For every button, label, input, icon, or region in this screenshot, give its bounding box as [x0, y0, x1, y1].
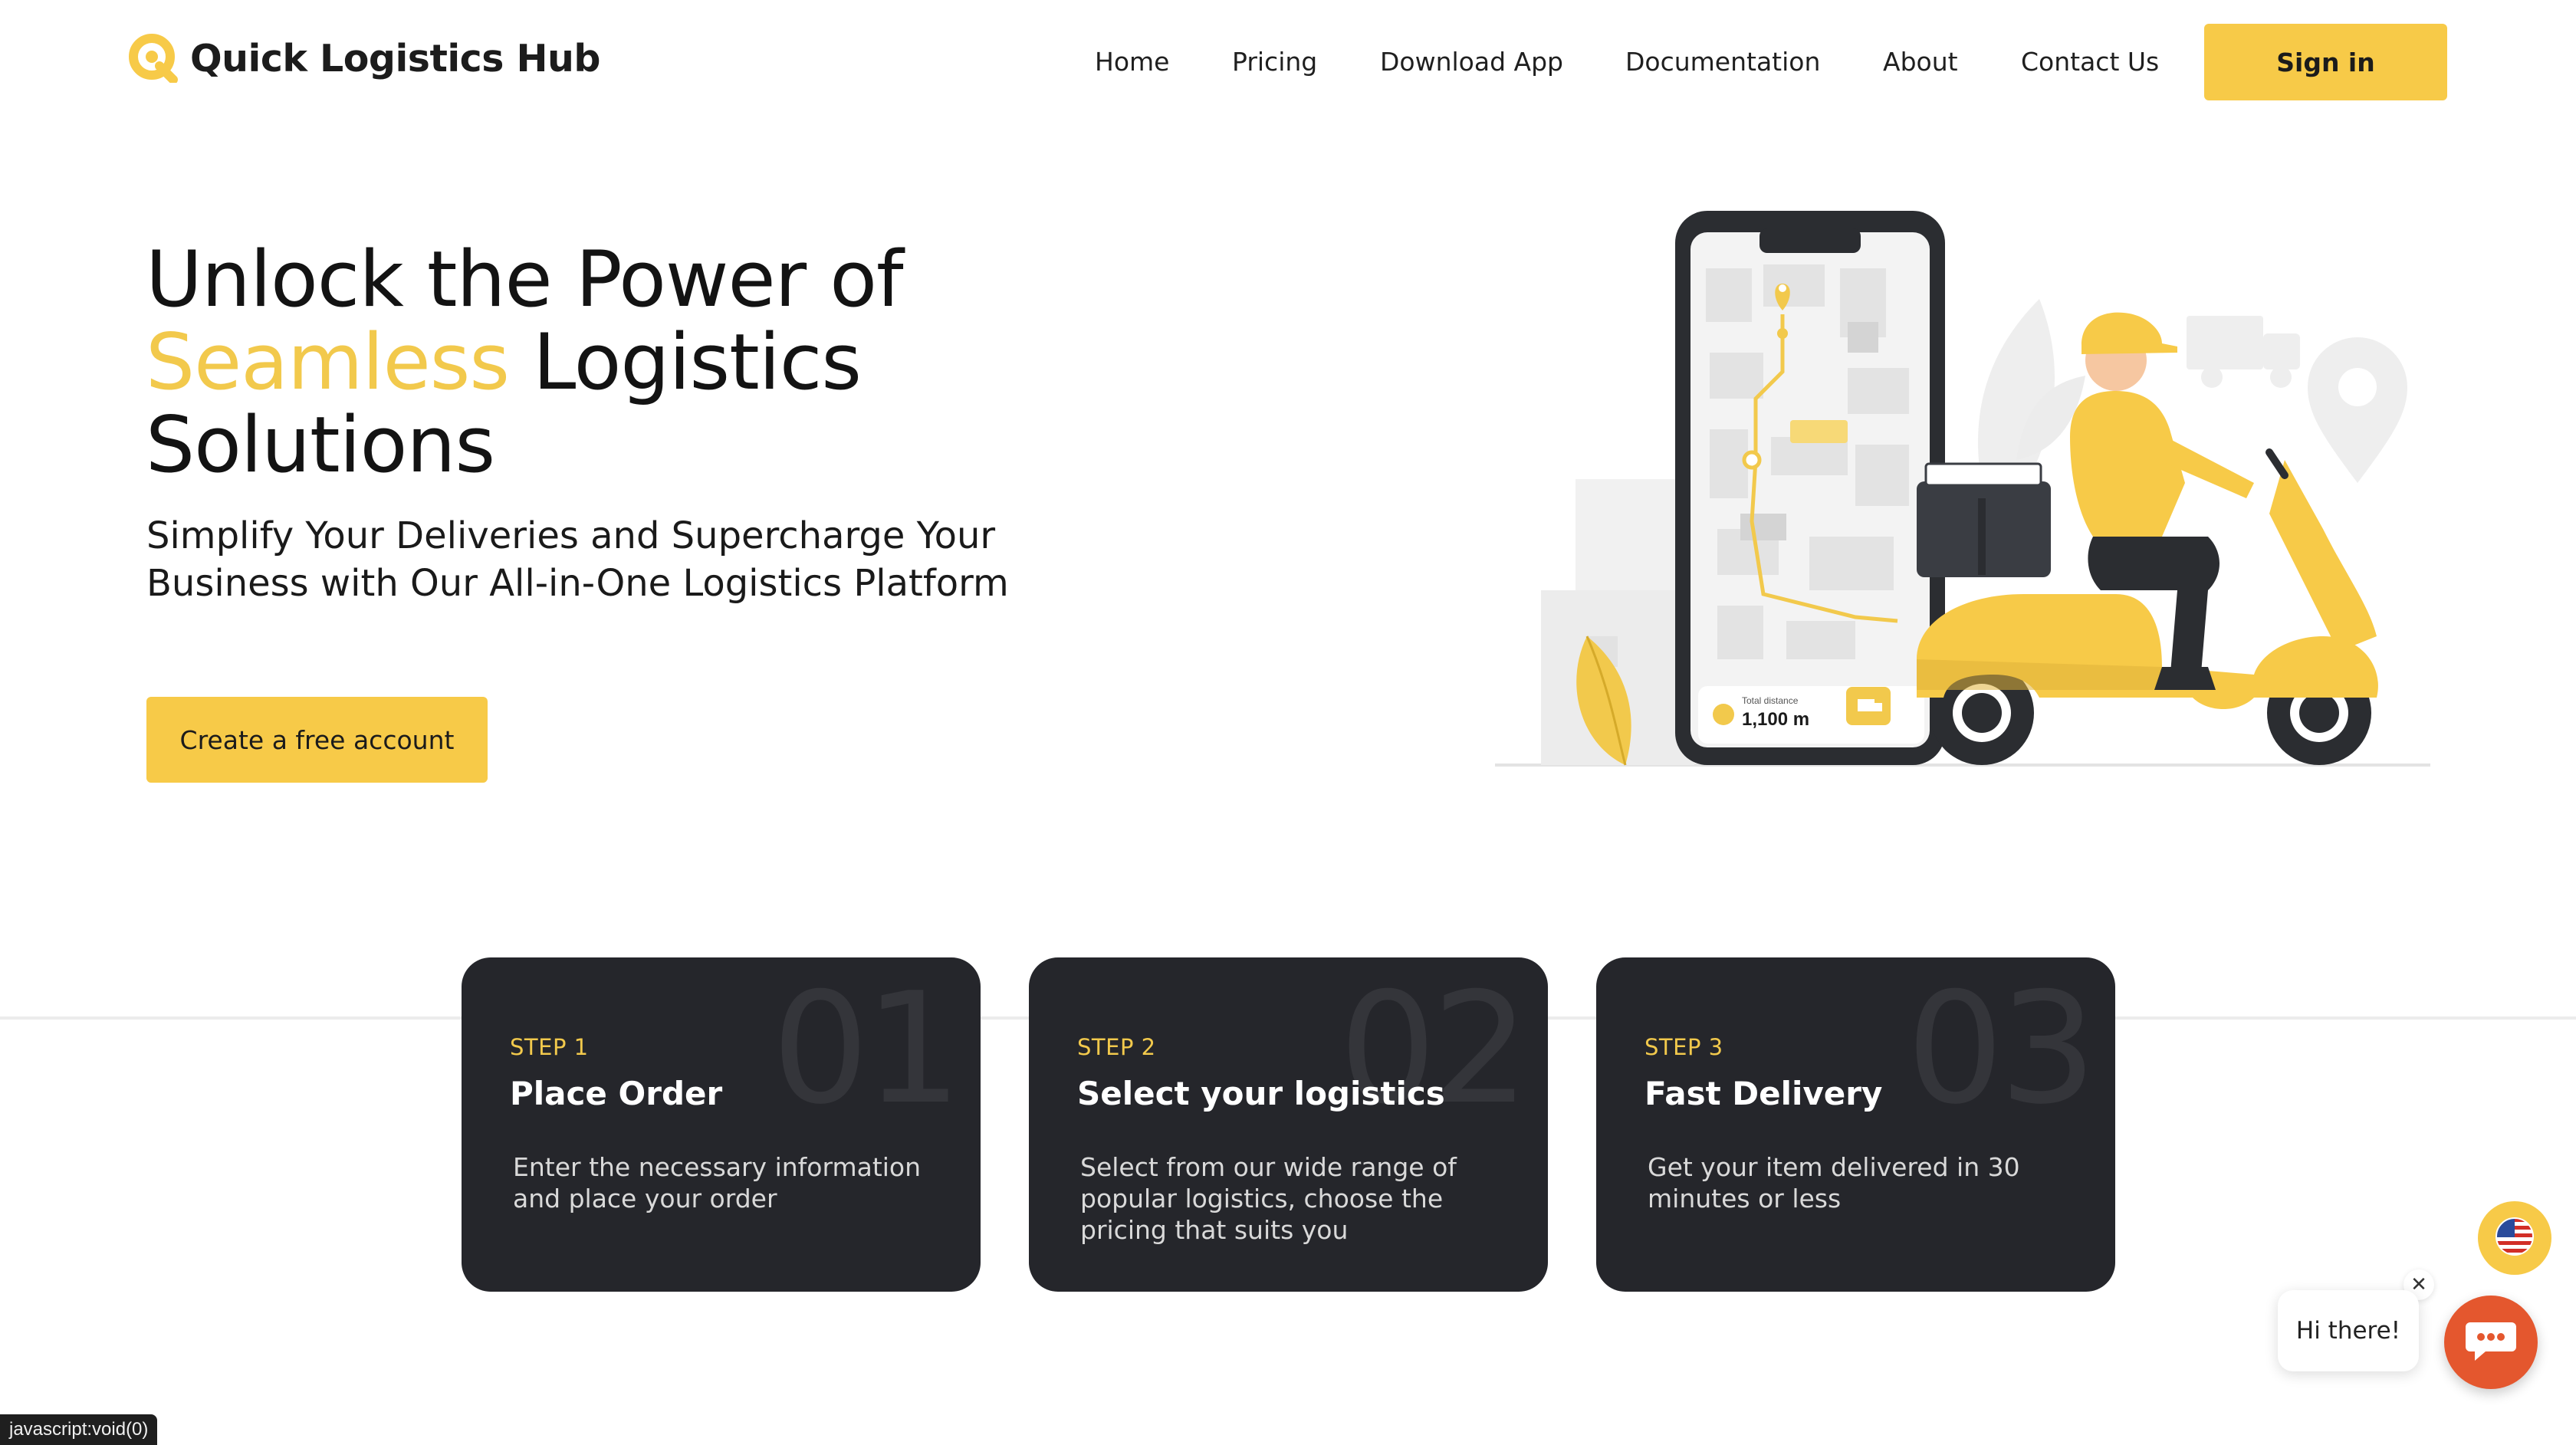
- brand-logo[interactable]: Quick Logistics Hub: [129, 34, 600, 84]
- hero-subtitle-line1: Simplify Your Deliveries and Supercharge…: [146, 514, 996, 557]
- hero-subtitle: Simplify Your Deliveries and Supercharge…: [146, 512, 1105, 607]
- hero-title: Unlock the Power of Seamless Logistics S…: [146, 238, 904, 486]
- hero-title-line3: Solutions: [146, 399, 495, 490]
- hero-title-line1: Unlock the Power of: [146, 234, 904, 324]
- chat-greeting-text: Hi there!: [2295, 1317, 2401, 1345]
- chat-open-button[interactable]: [2444, 1296, 2538, 1389]
- logo-q-icon: [129, 34, 178, 84]
- brand-name: Quick Logistics Hub: [190, 36, 600, 80]
- nav-documentation[interactable]: Documentation: [1625, 43, 1820, 81]
- us-flag-icon: [2495, 1217, 2535, 1259]
- step-title: Place Order: [510, 1075, 723, 1112]
- language-selector-button[interactable]: [2478, 1201, 2551, 1275]
- create-account-button[interactable]: Create a free account: [146, 697, 488, 783]
- step-label: STEP 1: [510, 1034, 589, 1060]
- nav-home[interactable]: Home: [1095, 43, 1169, 81]
- step-label: STEP 3: [1644, 1034, 1723, 1060]
- distance-value: 1,100 m: [1742, 709, 1809, 730]
- hero-title-line2: Logistics: [508, 317, 862, 407]
- step-description: Select from our wide range of popular lo…: [1080, 1152, 1457, 1245]
- step-title: Select your logistics: [1077, 1075, 1445, 1112]
- nav-about[interactable]: About: [1883, 43, 1958, 81]
- nav-download-app[interactable]: Download App: [1380, 43, 1563, 81]
- step-number: 03: [1906, 960, 2097, 1138]
- delivery-illustration: Total distance 1,100 m: [1487, 207, 2438, 774]
- step-card-3: 03 STEP 3 Fast Delivery Get your item de…: [1596, 957, 2115, 1292]
- distance-label: Total distance: [1742, 695, 1799, 706]
- chat-greeting-bubble[interactable]: Hi there!: [2278, 1290, 2419, 1371]
- chat-icon: [2464, 1318, 2518, 1367]
- nav-contact-us[interactable]: Contact Us: [2021, 43, 2159, 81]
- sign-in-button[interactable]: Sign in: [2204, 24, 2447, 100]
- step-description: Get your item delivered in 30 minutes or…: [1648, 1152, 2020, 1213]
- hero-title-accent: Seamless: [146, 317, 510, 407]
- step-number: 01: [771, 960, 962, 1138]
- step-label: STEP 2: [1077, 1034, 1156, 1060]
- nav-pricing[interactable]: Pricing: [1232, 43, 1317, 81]
- hero-subtitle-line2: Business with Our All-in-One Logistics P…: [146, 562, 1009, 605]
- browser-status-bar: javascript:void(0): [0, 1414, 158, 1445]
- step-title: Fast Delivery: [1644, 1075, 1883, 1112]
- step-description: Enter the necessary information and plac…: [513, 1152, 922, 1213]
- step-card-1: 01 STEP 1 Place Order Enter the necessar…: [462, 957, 981, 1292]
- step-card-2: 02 STEP 2 Select your logistics Select f…: [1029, 957, 1548, 1292]
